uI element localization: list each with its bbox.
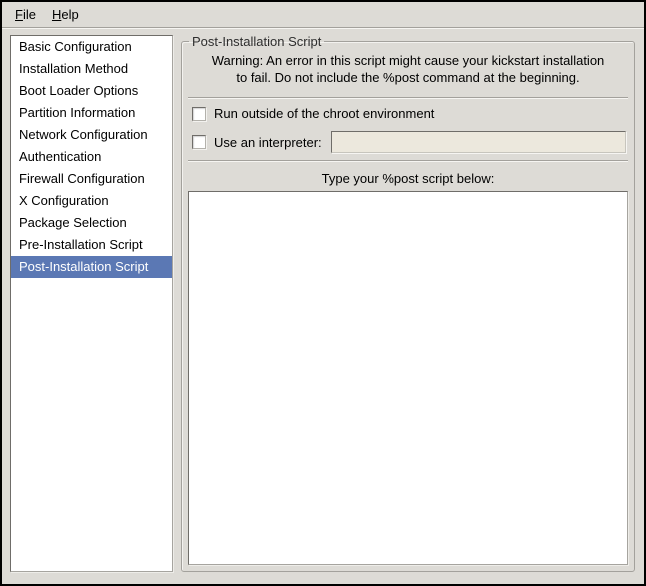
interpreter-checkbox-row[interactable]: Use an interpreter: — [188, 126, 628, 158]
kickstart-configurator-window: File Help Basic Configuration Installati… — [0, 0, 646, 586]
sidebar-item-pre-installation-script[interactable]: Pre-Installation Script — [11, 234, 172, 256]
sidebar-item-package-selection[interactable]: Package Selection — [11, 212, 172, 234]
sidebar-item-firewall-configuration[interactable]: Firewall Configuration — [11, 168, 172, 190]
frame-title: Post-Installation Script — [189, 34, 324, 49]
menu-help-label: H — [52, 7, 61, 22]
main-content: Basic Configuration Installation Method … — [2, 28, 644, 584]
chroot-checkbox-label: Run outside of the chroot environment — [214, 106, 434, 121]
sidebar-item-post-installation-script[interactable]: Post-Installation Script — [11, 256, 172, 278]
sidebar-list: Basic Configuration Installation Method … — [10, 35, 173, 572]
menu-file[interactable]: File — [7, 4, 44, 25]
warning-text: Warning: An error in this script might c… — [188, 49, 628, 95]
sidebar-item-x-configuration[interactable]: X Configuration — [11, 190, 172, 212]
menu-help[interactable]: Help — [44, 4, 87, 25]
post-script-textarea[interactable] — [188, 191, 628, 565]
post-installation-script-frame: Post-Installation Script Warning: An err… — [181, 34, 635, 572]
warning-line-1: Warning: An error in this script might c… — [194, 52, 622, 69]
sidebar-item-boot-loader-options[interactable]: Boot Loader Options — [11, 80, 172, 102]
sidebar-item-partition-information[interactable]: Partition Information — [11, 102, 172, 124]
separator — [188, 97, 628, 99]
menu-bar: File Help — [2, 2, 644, 28]
chroot-checkbox-row[interactable]: Run outside of the chroot environment — [188, 101, 628, 126]
chroot-checkbox[interactable] — [192, 107, 206, 121]
sidebar-item-installation-method[interactable]: Installation Method — [11, 58, 172, 80]
sidebar-item-basic-configuration[interactable]: Basic Configuration — [11, 36, 172, 58]
menu-file-label: F — [15, 7, 23, 22]
separator — [188, 160, 628, 162]
interpreter-entry — [331, 131, 626, 153]
warning-line-2: to fail. Do not include the %post comman… — [194, 69, 622, 86]
interpreter-checkbox-label: Use an interpreter: — [214, 135, 322, 150]
script-area-label: Type your %post script below: — [188, 164, 628, 191]
interpreter-checkbox[interactable] — [192, 135, 206, 149]
sidebar-item-network-configuration[interactable]: Network Configuration — [11, 124, 172, 146]
sidebar-item-authentication[interactable]: Authentication — [11, 146, 172, 168]
